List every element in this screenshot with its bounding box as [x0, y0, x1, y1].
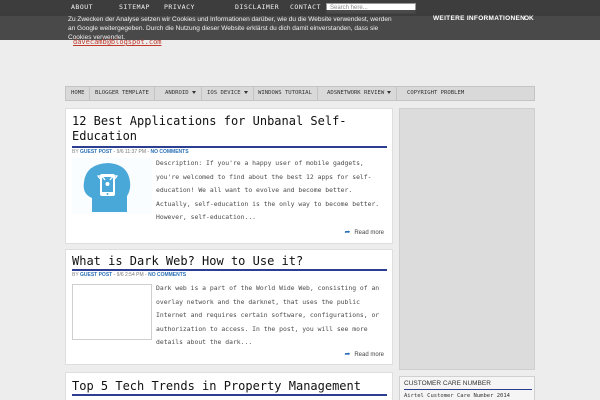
menu-item-label: ANDROID	[165, 90, 189, 96]
post-comments-link[interactable]: NO COMMENTS	[150, 149, 188, 155]
chevron-down-icon	[191, 91, 196, 94]
widget-title: CUSTOMER CARE NUMBER	[404, 380, 491, 387]
post-meta: BY GUEST POST - 9/6 11:37 PM - NO COMMEN…	[72, 149, 189, 155]
post-thumbnail[interactable]	[72, 158, 152, 214]
menu-item-label: WINDOWS TUTORIAL	[258, 90, 312, 96]
post-excerpt: Dark web is a part of the World Wide Web…	[156, 284, 380, 346]
chevron-down-icon	[243, 91, 248, 94]
post-meta: BY GUEST POST - 9/6 2:54 PM - NO COMMENT…	[72, 272, 186, 278]
post-date: - 9/6 2:54 PM -	[113, 272, 147, 278]
cookie-banner: Zu Zwecken der Analyse setzen wir Cookie…	[0, 10, 600, 41]
sidebar-widget-customer-care: CUSTOMER CARE NUMBER Airtel Customer Car…	[399, 376, 535, 400]
menu-item-adsnetwork-review[interactable]: ADSNETWORK REVIEW	[322, 87, 398, 100]
read-more-link[interactable]: ➦ Read more	[344, 228, 384, 236]
post-title[interactable]: Top 5 Tech Trends in Property Management	[72, 379, 361, 394]
menu-item-label: ADSNETWORK REVIEW	[327, 90, 385, 96]
menu-item-copyright-problem[interactable]: COPYRIGHT PROBLEM	[402, 87, 469, 100]
post-card: Top 5 Tech Trends in Property Management	[65, 372, 393, 400]
post-date: - 9/6 11:37 PM -	[113, 149, 150, 155]
email-link[interactable]: davecamb@blogspot.com	[73, 38, 162, 46]
post-author-link[interactable]: GUEST POST	[80, 149, 112, 155]
chevron-down-icon	[387, 91, 392, 94]
read-more-label: Read more	[354, 230, 384, 236]
menu-item-ios-device[interactable]: IOS DEVICE	[202, 87, 254, 100]
title-divider	[72, 146, 387, 148]
post-card: 12 Best Applications for Unbanal Self- E…	[65, 108, 393, 244]
post-title-line: Education	[72, 129, 138, 143]
cookie-ok-button[interactable]: OK	[524, 15, 534, 22]
menu-item-android[interactable]: ANDROID	[160, 87, 202, 100]
share-icon: ➦	[344, 229, 351, 236]
menu-item-windows-tutorial[interactable]: WINDOWS TUTORIAL	[253, 87, 318, 100]
menu-item-label: COPYRIGHT PROBLEM	[407, 90, 465, 96]
post-title-line: 12 Best Applications for Unbanal Self-	[72, 114, 347, 128]
share-icon: ➦	[344, 351, 351, 358]
menu-item-label: BLOGGER TEMPLATE	[95, 90, 149, 96]
post-comments-link[interactable]: NO COMMENTS	[148, 272, 186, 278]
widget-divider	[404, 389, 532, 390]
cookie-more-info-link[interactable]: WEITERE INFORMATIONEN	[433, 15, 525, 22]
meta-by: BY	[72, 149, 79, 155]
post-title[interactable]: What is Dark Web? How to Use it?	[72, 254, 303, 269]
post-excerpt: Description: If you're a happy user of m…	[156, 159, 380, 221]
title-divider	[72, 394, 387, 396]
sidebar-ad-block	[399, 108, 535, 370]
menu-item-label: HOME	[71, 90, 85, 96]
post-thumbnail[interactable]	[72, 284, 152, 340]
post-author-link[interactable]: GUEST POST	[80, 272, 112, 278]
read-more-link[interactable]: ➦ Read more	[344, 350, 384, 358]
menu-item-home[interactable]: HOME	[66, 87, 91, 100]
widget-link[interactable]: Airtel Customer Care Number 2014	[404, 393, 510, 399]
main-menu: HOME BLOGGER TEMPLATE ANDROID IOS DEVICE…	[65, 86, 535, 101]
read-more-label: Read more	[354, 352, 384, 358]
post-card: What is Dark Web? How to Use it? BY GUES…	[65, 249, 393, 365]
post-title[interactable]: 12 Best Applications for Unbanal Self- E…	[72, 114, 347, 144]
menu-item-label: IOS DEVICE	[207, 90, 241, 96]
title-divider	[72, 269, 387, 271]
meta-by: BY	[72, 272, 79, 278]
menu-item-blogger-template[interactable]: BLOGGER TEMPLATE	[90, 87, 155, 100]
